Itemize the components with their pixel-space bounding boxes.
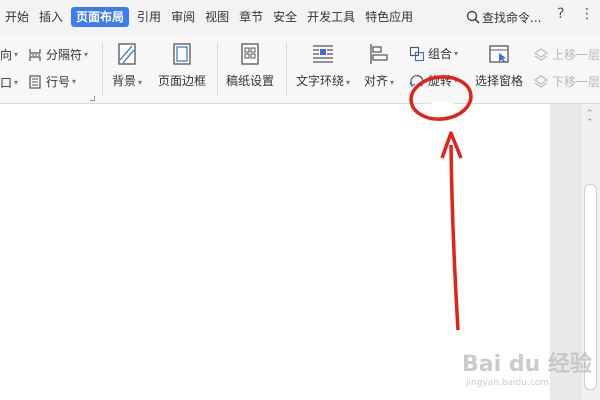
align-button[interactable]: 对齐 ▾: [364, 42, 394, 89]
page-border-icon: [173, 43, 191, 65]
tab-references[interactable]: 引用: [132, 7, 166, 27]
margins-fragment[interactable]: 口 ▾: [0, 74, 18, 91]
caret-icon: ▾: [72, 77, 77, 86]
divider: [217, 42, 218, 96]
send-backward-label: 下移一层: [552, 75, 600, 89]
manuscript-label: 稿纸设置: [226, 74, 275, 88]
tab-security[interactable]: 安全: [268, 7, 302, 27]
ribbon-page-layout: 向 ▾ 口 ▾ 分隔符 ▾ 行号 ▾ 背景 ▾ 页面边框 稿纸设置 文字环绕 ▾…: [0, 34, 600, 104]
line-number-icon: [29, 74, 41, 89]
watermark: Bai du 经验 jingyan.baidu.com: [462, 346, 592, 388]
rotate-button[interactable]: 旋转 ▾: [409, 72, 458, 89]
bring-forward-button[interactable]: 上移一层: [533, 46, 600, 63]
menu-bar: 开始 插入 页面布局 引用 审阅 视图 章节 安全 开发工具 特色应用 查找命令…: [0, 0, 600, 34]
group-icon: [409, 46, 425, 61]
text-wrap-label: 文字环绕 ▾: [296, 74, 351, 88]
question-icon[interactable]: ?: [557, 6, 564, 22]
selection-pane-icon: [489, 45, 509, 63]
watermark-sub: jingyan.baidu.com: [466, 378, 550, 388]
text-wrap-button[interactable]: 文字环绕 ▾: [296, 42, 350, 89]
manuscript-icon: [241, 43, 259, 65]
align-icon: [370, 44, 388, 64]
rotate-label: 旋转: [428, 74, 453, 88]
orientation-fragment[interactable]: 向 ▾: [0, 46, 18, 63]
search-icon: [466, 10, 480, 24]
caret-icon: ▾: [14, 50, 19, 59]
group-button[interactable]: 组合 ▾: [409, 45, 458, 62]
dialog-launcher[interactable]: [90, 96, 95, 101]
tab-start[interactable]: 开始: [0, 7, 34, 27]
tab-view[interactable]: 视图: [200, 7, 234, 27]
line-number-button[interactable]: 行号 ▾: [27, 73, 76, 90]
background-button[interactable]: 背景 ▾: [112, 42, 142, 89]
send-backward-icon: [533, 74, 549, 88]
margins-fragment-label: 口: [0, 76, 13, 90]
divider: [286, 42, 287, 96]
group-label: 组合: [428, 47, 453, 61]
line-number-label: 行号: [46, 75, 71, 89]
watermark-main: Bai du 经验: [462, 352, 592, 377]
align-label: 对齐 ▾: [364, 74, 395, 88]
more-icon[interactable]: ⋮: [580, 6, 594, 22]
page-border-label: 页面边框: [158, 74, 207, 88]
separator-label: 分隔符: [46, 48, 83, 62]
manuscript-settings-button[interactable]: 稿纸设置: [226, 42, 274, 89]
scroll-up-icon[interactable]: ⌃ ⌃: [586, 110, 594, 128]
background-label: 背景 ▾: [112, 74, 143, 88]
selection-pane-label: 选择窗格: [475, 74, 524, 88]
tab-page-layout[interactable]: 页面布局: [71, 7, 130, 27]
separator-button[interactable]: 分隔符 ▾: [27, 46, 88, 63]
bring-forward-label: 上移一层: [552, 48, 600, 62]
background-icon: [118, 43, 136, 65]
selection-pane-button[interactable]: 选择窗格: [475, 42, 523, 89]
divider: [102, 42, 103, 96]
search-label: 查找命令...: [482, 10, 542, 25]
search-command[interactable]: 查找命令...: [466, 7, 541, 27]
caret-icon: ▾: [14, 78, 19, 87]
send-backward-button[interactable]: 下移一层: [533, 73, 600, 90]
caret-icon: ▾: [454, 49, 459, 58]
caret-icon: ▾: [84, 50, 89, 59]
tab-review[interactable]: 审阅: [166, 7, 200, 27]
separator-icon: [29, 48, 41, 61]
tab-insert[interactable]: 插入: [34, 7, 68, 27]
rotate-icon: [409, 74, 424, 87]
page-border-button[interactable]: 页面边框: [158, 42, 206, 89]
tab-chapter[interactable]: 章节: [234, 7, 268, 27]
orientation-fragment-label: 向: [0, 48, 13, 62]
text-wrap-icon: [313, 45, 334, 63]
tab-special-apps[interactable]: 特色应用: [360, 7, 418, 27]
tab-developer[interactable]: 开发工具: [302, 7, 360, 27]
caret-icon: ▾: [454, 76, 459, 85]
bring-forward-icon: [533, 47, 549, 61]
